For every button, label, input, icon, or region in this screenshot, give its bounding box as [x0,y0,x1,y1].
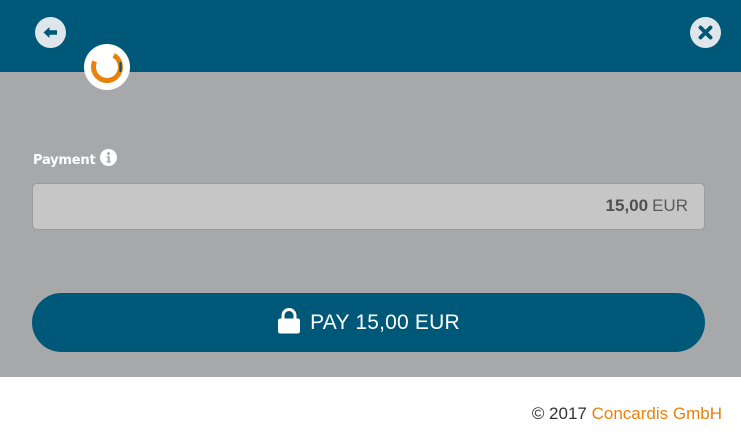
pay-button[interactable]: PAY 15,00 EUR [32,293,705,352]
close-icon [698,25,713,40]
close-button[interactable] [690,17,721,48]
concardis-logo [84,44,130,90]
logo-mark [91,51,123,83]
payment-panel: Payment 15,00 EUR PAY 15,00 EUR [0,72,741,377]
footer: © 2017 Concardis GmbH [0,377,741,445]
amount-currency: EUR [652,196,688,215]
company-link[interactable]: Concardis GmbH [592,404,722,423]
amount-display: 15,00 EUR [606,196,688,216]
info-icon[interactable] [100,148,118,166]
amount-value: 15,00 [605,196,649,215]
footer-copyright: © 2017 Concardis GmbH [532,404,722,424]
pay-button-label: PAY 15,00 EUR [310,310,460,334]
copyright-text: © 2017 [531,404,587,423]
back-button[interactable] [35,17,66,48]
lock-icon [277,307,301,334]
payment-amount-field: 15,00 EUR [32,183,705,230]
arrow-left-icon [43,27,57,38]
payment-label-row: Payment [33,148,118,170]
payment-label: Payment [33,152,96,168]
